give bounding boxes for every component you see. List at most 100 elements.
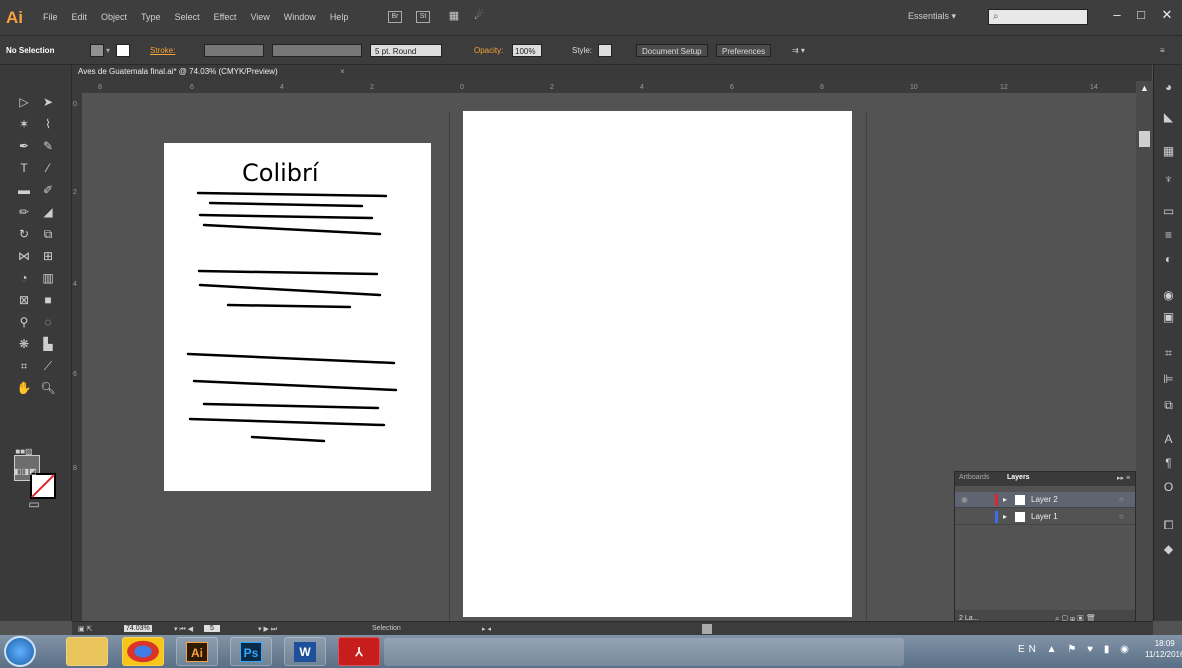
magic-wand-tool-icon[interactable]: ✶	[14, 115, 34, 133]
arrange-documents-icon[interactable]: ▦	[445, 11, 463, 23]
taskbar-open-windows[interactable]	[384, 638, 904, 666]
artboard-nav-icons[interactable]: ▾ ⏮ ◀	[174, 625, 193, 634]
direct-selection-tool-icon[interactable]: ➤	[38, 93, 58, 111]
slice-tool-icon[interactable]: ⟋	[38, 357, 58, 375]
curvature-tool-icon[interactable]: ✎	[38, 137, 58, 155]
brush-definition[interactable]: 5 pt. Round	[370, 44, 442, 57]
pathfinder-panel-icon[interactable]: ⧉	[1160, 397, 1177, 414]
color-guide-icon[interactable]: ◣	[1160, 109, 1177, 126]
color-mode-icon[interactable]: ■■▨	[14, 443, 34, 461]
brushes-panel-icon[interactable]: ♆	[1160, 171, 1177, 188]
lasso-tool-icon[interactable]: ⌇	[38, 115, 58, 133]
mesh-tool-icon[interactable]: ⊠	[14, 291, 34, 309]
align-panel-icon[interactable]: ⊫	[1160, 371, 1177, 388]
paintbrush-tool-icon[interactable]: ✐	[38, 181, 58, 199]
rotate-tool-icon[interactable]: ↻	[14, 225, 34, 243]
illustrator-task-icon[interactable]: Ai	[176, 637, 218, 666]
fill-color-swatch[interactable]	[90, 44, 104, 57]
vertical-ruler[interactable]: 0 2 4 6 8	[72, 81, 82, 621]
gpu-performance-icon[interactable]: ☄	[470, 11, 488, 23]
workspace-switcher[interactable]: Essentials ▾	[908, 11, 956, 22]
zoom-field[interactable]: 74.03%	[124, 625, 152, 632]
photoshop-task-icon[interactable]: Ps	[230, 637, 272, 666]
layer-row-layer2[interactable]: ◉ ▸ Layer 2 ○	[955, 492, 1135, 508]
menu-window[interactable]: Window	[277, 12, 323, 22]
transparency-panel-icon[interactable]: ◉	[1160, 287, 1177, 304]
artboard-next-icons[interactable]: ▾ ▶ ⏭	[258, 625, 277, 634]
fill-dropdown[interactable]: ▾	[106, 44, 110, 57]
menu-view[interactable]: View	[243, 12, 276, 22]
panel-menu-icon[interactable]: ≡	[1160, 44, 1165, 57]
bridge-icon[interactable]: Br	[388, 11, 402, 23]
symbol-sprayer-tool-icon[interactable]: ❋	[14, 335, 34, 353]
scale-tool-icon[interactable]: ⧉	[38, 225, 58, 243]
variable-width-profile[interactable]	[272, 44, 362, 57]
width-tool-icon[interactable]: ⋈	[14, 247, 34, 265]
align-options-icon[interactable]: ⇉ ▾	[792, 44, 805, 57]
horizontal-scroll-left-icon[interactable]: ▸ ◂	[482, 625, 491, 633]
stroke-color-swatch[interactable]	[116, 44, 130, 57]
minimize-button[interactable]: –	[1106, 6, 1128, 24]
vertical-scrollbar[interactable]: ▲	[1136, 81, 1153, 621]
eyedropper-tool-icon[interactable]: ⚲	[14, 313, 34, 331]
tab-artboards[interactable]: Artboards	[959, 474, 989, 481]
artboard-tool-icon[interactable]: ⌗	[14, 357, 34, 375]
gradient-tool-icon[interactable]: ■	[38, 291, 58, 309]
status-icons[interactable]: ▣ ⇱	[78, 625, 92, 633]
close-button[interactable]: ✕	[1156, 6, 1178, 24]
selection-tool-icon[interactable]: ▷	[14, 93, 34, 111]
screen-mode-icon[interactable]: ▭	[24, 495, 44, 513]
menu-select[interactable]: Select	[168, 12, 207, 22]
blend-tool-icon[interactable]: ◌	[38, 313, 58, 331]
language-indicator[interactable]: EN	[1018, 644, 1040, 655]
visibility-eye-icon[interactable]: ◉	[961, 495, 968, 504]
stroke-panel-icon[interactable]: ≡	[1160, 227, 1177, 244]
opacity-label[interactable]: Opacity:	[474, 44, 503, 57]
stroke-label[interactable]: Stroke:	[150, 44, 175, 57]
document-tab[interactable]: Aves de Guatemala final.ai* @ 74.03% (CM…	[78, 67, 278, 76]
hand-tool-icon[interactable]: ✋	[14, 379, 34, 397]
drawing-mode-icon[interactable]: ◧◨◩	[14, 463, 37, 481]
acrobat-task-icon[interactable]: ⅄	[338, 637, 380, 666]
tab-layers[interactable]: Layers	[1007, 474, 1030, 481]
rectangle-tool-icon[interactable]: ▬	[14, 181, 34, 199]
stock-icon[interactable]: St	[416, 11, 430, 23]
menu-type[interactable]: Type	[134, 12, 168, 22]
chrome-icon[interactable]	[122, 637, 164, 666]
graphic-style-swatch[interactable]	[598, 44, 612, 57]
clock[interactable]: 18:09 11/12/2016	[1145, 638, 1182, 660]
artboard-colibri[interactable]: Colibrí	[164, 143, 431, 491]
horizontal-scrollbar-thumb[interactable]	[702, 624, 712, 634]
column-graph-tool-icon[interactable]: ▙	[38, 335, 58, 353]
gradient-panel-icon[interactable]: ◐	[1160, 251, 1177, 268]
paragraph-panel-icon[interactable]: ¶	[1160, 455, 1177, 472]
character-panel-icon[interactable]: A	[1160, 431, 1177, 448]
horizontal-ruler[interactable]: 8 6 4 2 0 2 4 6 8 10 12 14	[82, 81, 1136, 93]
file-explorer-icon[interactable]	[66, 637, 108, 666]
layers-panel-menu-icon[interactable]: ▸▸ ≡	[1117, 474, 1130, 482]
scrollbar-thumb[interactable]	[1139, 131, 1150, 147]
artboard-blank[interactable]	[463, 111, 852, 617]
expand-arrow-icon[interactable]: ▸	[1003, 512, 1007, 521]
perspective-grid-tool-icon[interactable]: ▥	[38, 269, 58, 287]
menu-effect[interactable]: Effect	[207, 12, 244, 22]
preferences-button[interactable]: Preferences	[716, 44, 772, 57]
opentype-panel-icon[interactable]: O	[1160, 479, 1177, 496]
layer-row-layer1[interactable]: ▸ Layer 1 ○	[955, 509, 1135, 525]
word-task-icon[interactable]: W	[284, 637, 326, 666]
document-tab-close-icon[interactable]: ×	[340, 67, 345, 76]
layers-panel-icon[interactable]: ◆	[1160, 541, 1177, 558]
opacity-field[interactable]: 100%	[512, 44, 542, 57]
layer-name[interactable]: Layer 2	[1031, 495, 1058, 504]
menu-edit[interactable]: Edit	[65, 12, 95, 22]
layer-name[interactable]: Layer 1	[1031, 512, 1058, 521]
system-tray[interactable]: EN ▲ ⚑ ♥ ▮ ◉	[1018, 644, 1133, 655]
stroke-weight-field[interactable]	[204, 44, 264, 57]
appearance-panel-icon[interactable]: ▣	[1160, 309, 1177, 326]
line-tool-icon[interactable]: ⁄	[38, 159, 58, 177]
artboard-number-field[interactable]: 5	[204, 625, 220, 632]
artboards-panel-icon[interactable]: ⧠	[1160, 517, 1177, 534]
pen-tool-icon[interactable]: ✒	[14, 137, 34, 155]
maximize-button[interactable]: □	[1130, 6, 1152, 24]
target-circle-icon[interactable]: ○	[1119, 512, 1124, 521]
